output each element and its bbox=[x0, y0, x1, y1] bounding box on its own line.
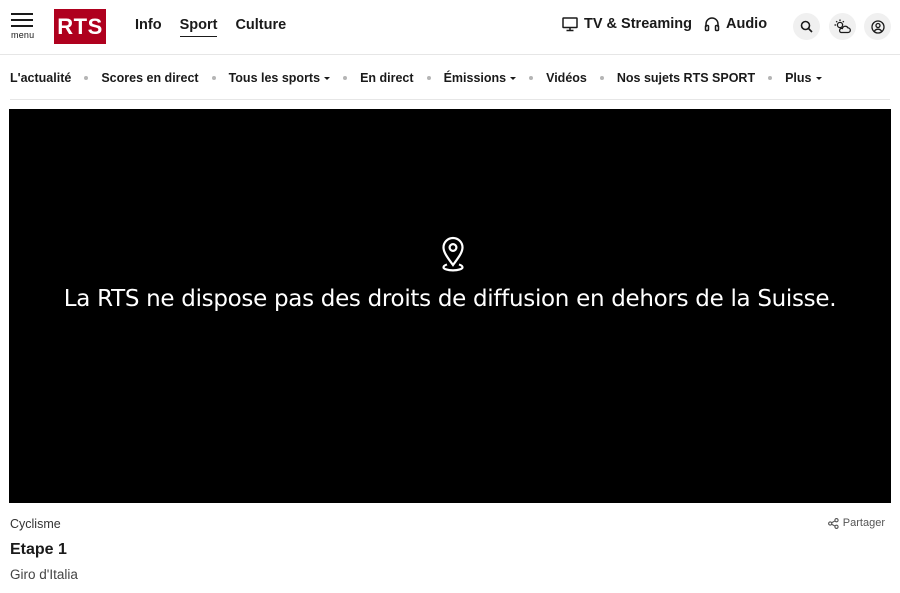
hamburger-icon bbox=[11, 13, 33, 15]
subnav-label: Émissions bbox=[443, 70, 507, 85]
subnav-label: L'actualité bbox=[10, 70, 72, 85]
caret-down-icon bbox=[324, 76, 331, 80]
subnav-label: Tous les sports bbox=[228, 70, 321, 85]
audio-label: Audio bbox=[726, 16, 768, 32]
subnav-scores[interactable]: Scores en direct bbox=[101, 71, 198, 85]
video-title: Etape 1 bbox=[10, 541, 67, 558]
separator-dot bbox=[529, 75, 534, 80]
share-icon bbox=[827, 517, 839, 529]
subnav-label: Nos sujets RTS SPORT bbox=[616, 70, 756, 85]
subnav-label: En direct bbox=[360, 70, 414, 85]
hamburger-icon-bar bbox=[11, 25, 33, 27]
weather-icon bbox=[834, 19, 851, 34]
subnav-videos[interactable]: Vidéos bbox=[546, 71, 587, 85]
rts-logo[interactable]: RTS bbox=[54, 9, 106, 44]
video-player[interactable]: La RTS ne dispose pas des droits de diff… bbox=[9, 109, 891, 503]
share-label: Partager bbox=[842, 517, 885, 529]
nav-sport[interactable]: Sport bbox=[179, 17, 218, 37]
weather-button[interactable] bbox=[829, 13, 856, 40]
separator-dot bbox=[768, 75, 773, 80]
video-subtitle: Giro d'Italia bbox=[10, 567, 78, 582]
separator-dot bbox=[84, 75, 89, 80]
share-button[interactable]: Partager bbox=[827, 517, 885, 529]
subnav-label: Plus bbox=[785, 70, 812, 85]
main-nav: Info Sport Culture bbox=[135, 17, 304, 37]
sport-subnav: L'actualité Scores en direct Tous les sp… bbox=[10, 56, 890, 100]
separator-dot bbox=[211, 75, 216, 80]
caret-down-icon bbox=[815, 76, 822, 80]
subnav-label: Scores en direct bbox=[101, 70, 199, 85]
separator-dot bbox=[599, 75, 604, 80]
search-button[interactable] bbox=[793, 13, 820, 40]
subnav-label: Vidéos bbox=[546, 70, 587, 85]
separator-dot bbox=[343, 75, 348, 80]
location-pin-icon bbox=[442, 236, 464, 272]
subnav-nos-sujets[interactable]: Nos sujets RTS SPORT bbox=[617, 71, 755, 85]
top-header: menu RTS Info Sport Culture TV & Streami… bbox=[0, 0, 900, 55]
menu-label: menu bbox=[11, 30, 35, 40]
search-icon bbox=[800, 20, 813, 33]
tv-streaming-label: TV & Streaming bbox=[584, 16, 692, 32]
hamburger-icon-bar bbox=[11, 19, 33, 21]
subnav-tous-les-sports[interactable]: Tous les sports bbox=[228, 70, 331, 85]
subnav-emissions[interactable]: Émissions bbox=[444, 71, 517, 85]
subnav-actualite[interactable]: L'actualité bbox=[10, 71, 71, 85]
account-button[interactable] bbox=[864, 13, 891, 40]
headphones-icon bbox=[704, 17, 720, 32]
caret-down-icon bbox=[510, 76, 517, 80]
category-label[interactable]: Cyclisme bbox=[10, 517, 61, 531]
separator-dot bbox=[426, 75, 431, 80]
account-icon bbox=[870, 19, 885, 34]
tv-icon bbox=[562, 16, 578, 31]
audio-link[interactable]: Audio bbox=[704, 16, 767, 32]
nav-culture[interactable]: Culture bbox=[235, 17, 286, 37]
menu-button[interactable]: menu bbox=[10, 13, 36, 41]
subnav-plus[interactable]: Plus bbox=[785, 70, 822, 85]
subnav-en-direct[interactable]: En direct bbox=[360, 71, 414, 85]
nav-info[interactable]: Info bbox=[135, 17, 162, 37]
tv-streaming-link[interactable]: TV & Streaming bbox=[562, 16, 692, 32]
logo-text: RTS bbox=[57, 13, 103, 39]
geo-restriction-message: La RTS ne dispose pas des droits de diff… bbox=[63, 286, 837, 312]
